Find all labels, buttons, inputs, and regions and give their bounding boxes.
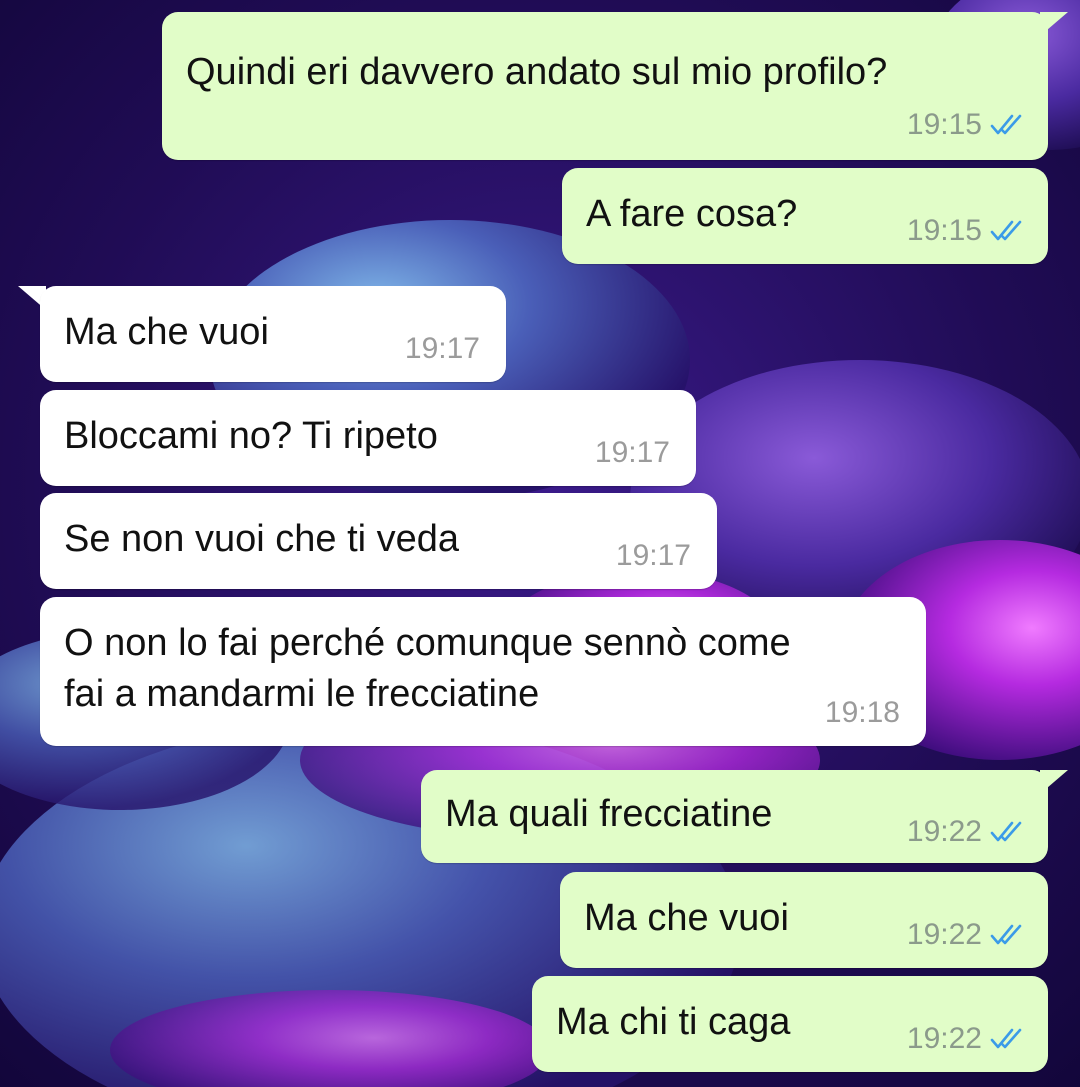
message-text: A fare cosa?: [586, 193, 798, 235]
incoming-message[interactable]: Se non vuoi che ti veda 19:17: [40, 493, 717, 589]
double-check-icon: [990, 1028, 1022, 1049]
message-time: 19:22: [906, 1022, 982, 1055]
message-meta: 19:15: [907, 214, 1026, 248]
message-time: 19:17: [594, 436, 670, 469]
message-text: Ma quali frecciatine: [445, 793, 773, 835]
outgoing-message[interactable]: Ma chi ti caga 19:22: [532, 976, 1048, 1072]
bubble-tail: [1040, 12, 1068, 36]
message-text-line-1: O non lo fai perché comunque sennò come: [64, 622, 791, 664]
message-text: Ma che vuoi: [64, 311, 269, 353]
outgoing-message[interactable]: Quindi eri davvero andato sul mio profil…: [162, 12, 1048, 160]
double-check-icon: [990, 924, 1022, 945]
incoming-message[interactable]: Bloccami no? Ti ripeto 19:17: [40, 390, 696, 486]
message-text: Ma chi ti caga: [556, 1001, 791, 1043]
message-text-line-2: fai a mandarmi le frecciatine: [64, 673, 540, 715]
message-meta: 19:15: [907, 108, 1026, 142]
message-meta: 19:22: [907, 815, 1026, 849]
message-meta: 19:22: [907, 1022, 1026, 1056]
message-text: Se non vuoi che ti veda: [64, 518, 460, 560]
incoming-message[interactable]: O non lo fai perché comunque sennò come …: [40, 597, 926, 746]
message-time: 19:22: [906, 918, 982, 951]
bubble-tail: [1040, 770, 1068, 794]
message-meta: 19:18: [825, 696, 900, 730]
message-text: Bloccami no? Ti ripeto: [64, 415, 438, 457]
message-time: 19:17: [404, 332, 480, 365]
double-check-icon: [990, 821, 1022, 842]
double-check-icon: [990, 114, 1022, 135]
message-meta: 19:22: [907, 918, 1026, 952]
message-time: 19:15: [906, 214, 982, 247]
outgoing-message[interactable]: A fare cosa? 19:15: [562, 168, 1048, 264]
message-time: 19:18: [824, 696, 900, 729]
message-meta: 19:17: [405, 332, 480, 366]
message-text: Quindi eri davvero andato sul mio profil…: [186, 51, 888, 93]
message-time: 19:15: [906, 108, 982, 141]
outgoing-message[interactable]: Ma che vuoi 19:22: [560, 872, 1048, 968]
message-list[interactable]: Quindi eri davvero andato sul mio profil…: [0, 0, 1080, 1087]
incoming-message[interactable]: Ma che vuoi 19:17: [40, 286, 506, 382]
message-meta: 19:17: [595, 436, 670, 470]
outgoing-message[interactable]: Ma quali frecciatine 19:22: [421, 770, 1048, 863]
message-meta: 19:17: [616, 539, 691, 573]
message-time: 19:17: [615, 539, 691, 572]
message-time: 19:22: [906, 815, 982, 848]
double-check-icon: [990, 220, 1022, 241]
message-text: Ma che vuoi: [584, 897, 789, 939]
